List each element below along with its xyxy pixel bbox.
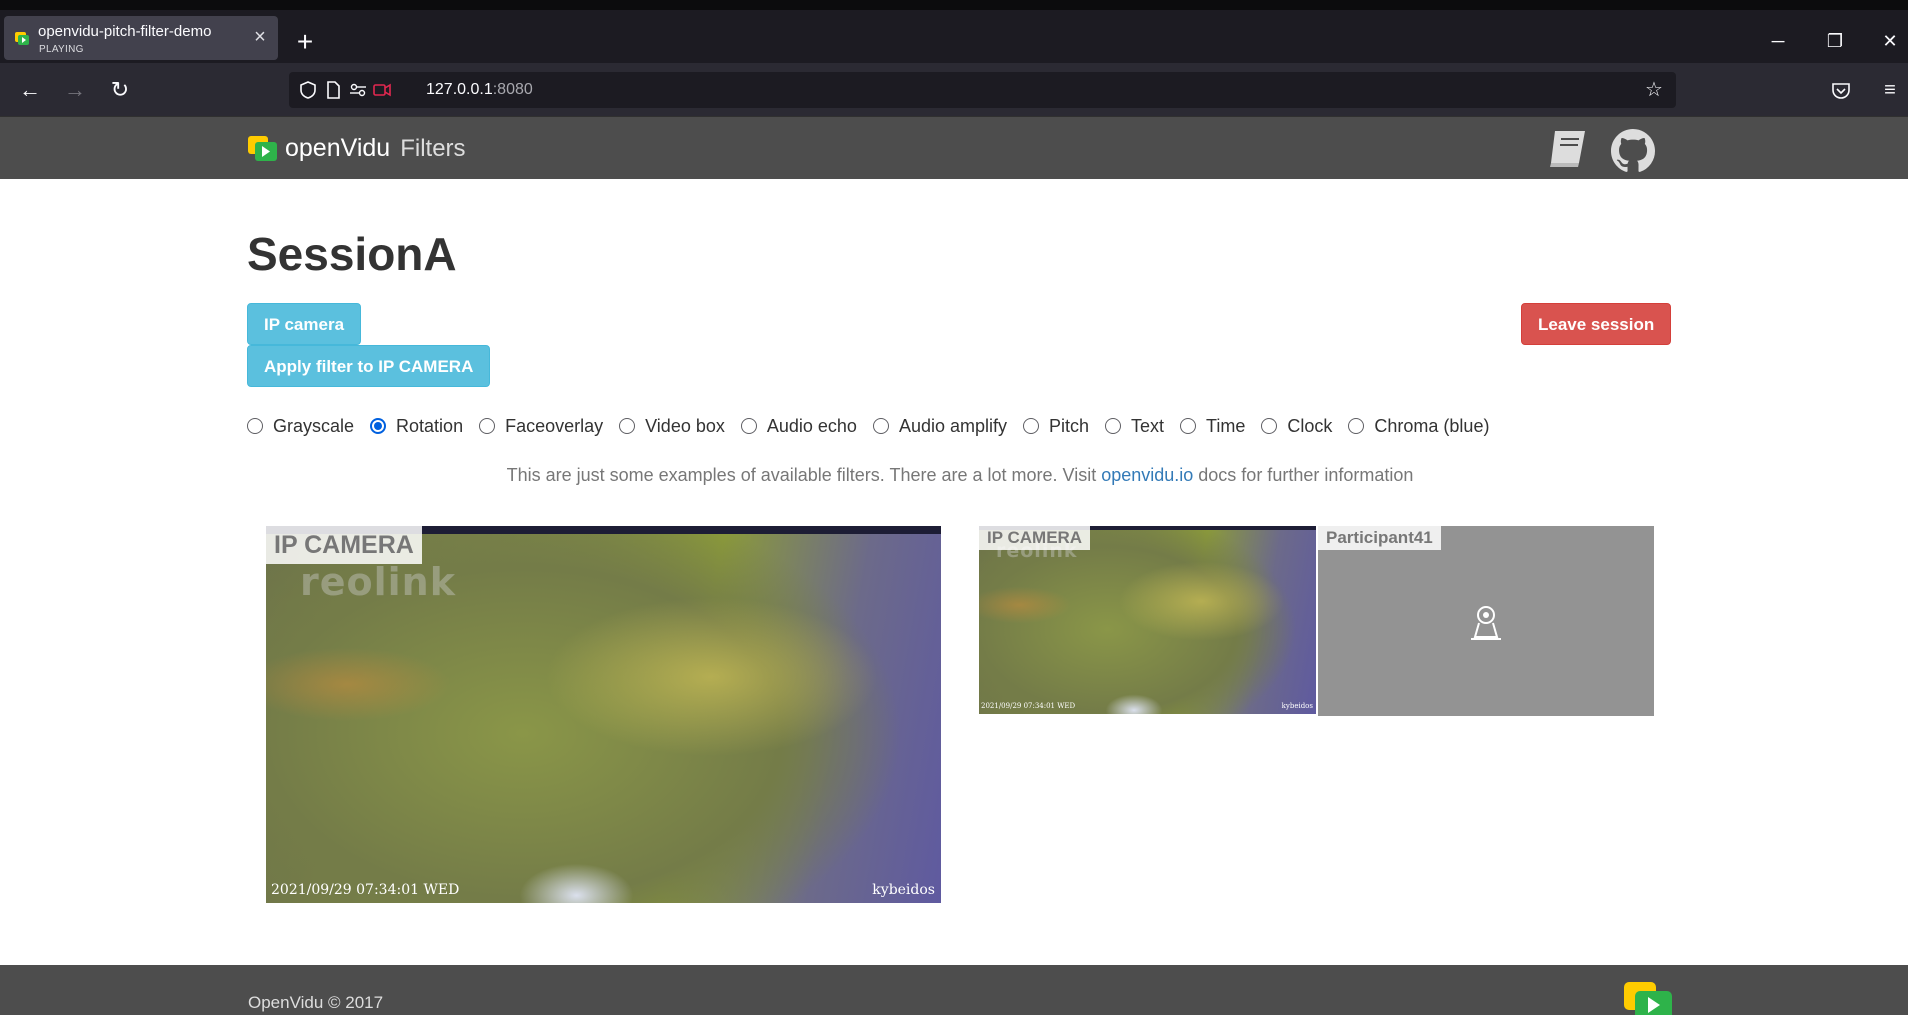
url-host: 127.0.0.1	[426, 81, 493, 98]
tab-close-icon[interactable]: ×	[250, 27, 270, 47]
camera-sharing-icon[interactable]	[371, 79, 393, 101]
participant-video[interactable]: Participant41	[1318, 526, 1654, 716]
app-navbar: openVidu Filters	[0, 116, 1908, 179]
radio-button[interactable]	[740, 418, 757, 434]
browser-toolbar: ← → ↻ 127.0.0.1:8080 ☆ ≡	[0, 63, 1908, 116]
filters-info-text: This are just some examples of available…	[0, 465, 1908, 486]
filter-option-clock[interactable]: Clock	[1261, 416, 1332, 437]
filter-label: Faceoverlay	[505, 415, 604, 436]
radio-button[interactable]	[1261, 418, 1278, 434]
filter-label: Rotation	[396, 415, 464, 436]
restore-button[interactable]: ❐	[1815, 26, 1855, 56]
shield-icon[interactable]	[297, 79, 319, 101]
filter-option-text[interactable]: Text	[1105, 416, 1164, 437]
footer-copyright: OpenVidu © 2017	[248, 993, 384, 1012]
filter-label: Audio amplify	[898, 415, 1007, 436]
bookmark-star-icon[interactable]: ☆	[1643, 79, 1665, 101]
radio-button-checked[interactable]	[370, 418, 387, 434]
brand-section: Filters	[400, 135, 466, 162]
camera-watermark: reolink	[300, 560, 456, 604]
video-timestamp: 2021/09/29 07:34:01 WED	[271, 882, 460, 898]
pocket-icon[interactable]	[1831, 82, 1851, 100]
main-video-ip-camera[interactable]: reolink 2021/09/29 07:34:01 WED kybeidos…	[266, 526, 941, 903]
openvidu-favicon-icon	[15, 32, 29, 45]
ip-camera-button[interactable]: IP camera	[247, 303, 362, 345]
tab-title: openvidu-pitch-filter-demo	[38, 23, 212, 40]
video-label: IP CAMERA	[979, 526, 1091, 550]
menu-icon[interactable]: ≡	[1875, 75, 1905, 105]
docs-book-icon[interactable]	[1545, 127, 1591, 171]
minimize-button[interactable]: ─	[1758, 26, 1798, 56]
filter-option-audio-echo[interactable]: Audio echo	[740, 415, 857, 437]
radio-button[interactable]	[247, 418, 263, 434]
radio-button[interactable]	[619, 418, 636, 434]
video-label: IP CAMERA	[266, 526, 422, 564]
leave-session-button[interactable]: Leave session	[1521, 303, 1672, 345]
filter-option-chroma-blue[interactable]: Chroma (blue)	[1348, 416, 1489, 437]
forward-arrow-icon[interactable]: →	[60, 75, 90, 105]
filter-label: Chroma (blue)	[1374, 415, 1490, 436]
filter-label: Pitch	[1049, 415, 1090, 436]
tab-playing-status: PLAYING	[39, 44, 84, 55]
url-port: :8080	[492, 81, 533, 98]
browser-tab[interactable]: openvidu-pitch-filter-demo PLAYING ×	[4, 16, 278, 60]
window-top-edge	[0, 0, 1908, 10]
radio-button[interactable]	[1180, 418, 1197, 434]
radio-button[interactable]	[872, 418, 889, 434]
filter-radio-group: Grayscale Rotation Faceoverlay Video box…	[247, 414, 1505, 438]
new-tab-button[interactable]: +	[290, 28, 320, 58]
filter-option-pitch[interactable]: Pitch	[1023, 416, 1089, 437]
filter-label: Audio echo	[766, 415, 857, 436]
filter-option-faceoverlay[interactable]: Faceoverlay	[479, 416, 603, 437]
radio-button[interactable]	[479, 418, 496, 434]
info-suffix: docs for further information	[1193, 465, 1414, 485]
address-bar[interactable]: 127.0.0.1:8080 ☆	[289, 72, 1676, 108]
filter-label: Time	[1206, 415, 1246, 436]
radio-button[interactable]	[1105, 418, 1122, 434]
page-footer: OpenVidu © 2017	[0, 965, 1908, 1015]
video-owner: kybeidos	[1281, 702, 1313, 710]
camera-off-icon	[1471, 606, 1501, 640]
app-brand[interactable]: openVidu Filters	[285, 134, 466, 163]
filter-option-time[interactable]: Time	[1180, 416, 1245, 437]
filter-option-audio-amplify[interactable]: Audio amplify	[872, 415, 1007, 437]
video-timestamp: 2021/09/29 07:34:01 WED	[981, 702, 1076, 710]
filter-label: Text	[1131, 415, 1165, 436]
participant-label: Participant41	[1318, 526, 1441, 550]
openvidu-logo-icon[interactable]	[248, 135, 278, 163]
page-icon[interactable]	[322, 79, 344, 101]
video-owner: kybeidos	[872, 882, 935, 898]
openvidu-docs-link[interactable]: openvidu.io	[1101, 465, 1193, 485]
filter-option-grayscale[interactable]: Grayscale	[247, 416, 354, 437]
filter-label: Grayscale	[273, 415, 355, 436]
filter-label: Video box	[645, 415, 725, 436]
info-prefix: This are just some examples of available…	[506, 465, 1102, 485]
reload-icon[interactable]: ↻	[105, 75, 135, 105]
filter-label: Clock	[1287, 415, 1333, 436]
brand-name: openVidu	[285, 134, 391, 162]
tab-bar: openvidu-pitch-filter-demo PLAYING × + ─…	[0, 10, 1908, 63]
thumb-video-ip-camera[interactable]: reolink 2021/09/29 07:34:01 WED kybeidos…	[979, 526, 1316, 714]
close-window-button[interactable]: ✕	[1870, 26, 1908, 56]
back-arrow-icon[interactable]: ←	[15, 75, 45, 105]
session-title: SessionA	[247, 228, 457, 280]
filter-option-rotation[interactable]: Rotation	[370, 416, 463, 437]
github-icon[interactable]	[1611, 129, 1655, 173]
apply-filter-button[interactable]: Apply filter to IP CAMERA	[247, 345, 491, 387]
permissions-icon[interactable]	[347, 79, 369, 101]
url-text[interactable]: 127.0.0.1:8080	[426, 81, 533, 99]
radio-button[interactable]	[1348, 418, 1365, 434]
openvidu-footer-logo-icon[interactable]	[1624, 980, 1674, 1015]
filter-option-video-box[interactable]: Video box	[619, 416, 725, 437]
radio-button[interactable]	[1023, 418, 1039, 434]
